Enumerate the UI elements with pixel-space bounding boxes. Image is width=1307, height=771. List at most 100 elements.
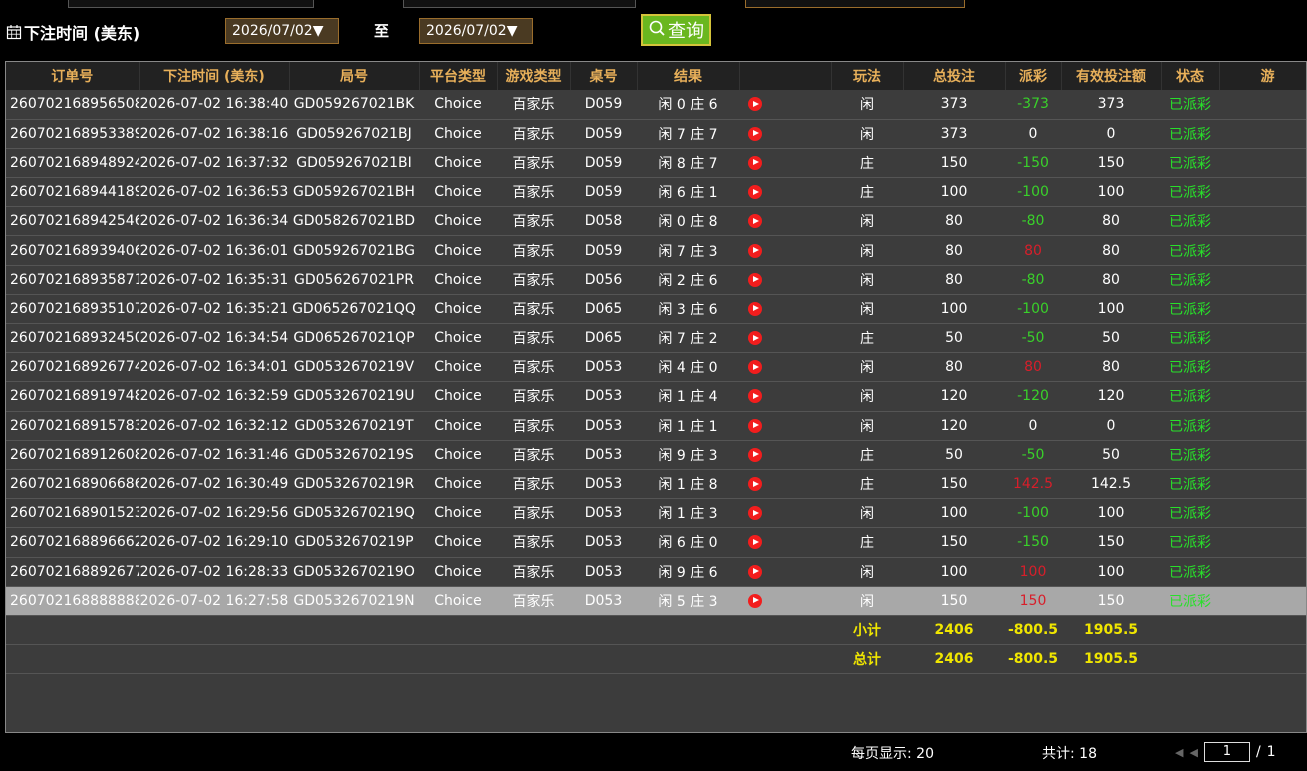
game-type-cell: 百家乐 (512, 593, 555, 610)
game-type-cell: 百家乐 (512, 447, 555, 464)
empty-cell (289, 615, 419, 644)
table-row[interactable]: 260702168935871 2026-07-02 16:35:31 GD0562… (6, 265, 1306, 295)
date-from-select[interactable]: 2026/07/02▼ (225, 18, 339, 44)
play-video-icon[interactable] (748, 185, 762, 200)
valid-bet-cell: 100 (1097, 505, 1125, 522)
result-cell: 闲 7 庄 3 (658, 243, 718, 260)
bet-type-cell: 闲 (860, 564, 874, 581)
play-video-icon[interactable] (748, 126, 762, 141)
game-type-cell: 百家乐 (512, 331, 555, 348)
extra-cell (1219, 265, 1306, 294)
top-input-partial-1[interactable] (68, 0, 314, 8)
play-video-icon[interactable] (748, 389, 762, 404)
status-cell: 已派彩 (1169, 243, 1211, 260)
play-video-icon[interactable] (748, 155, 762, 170)
total-bet-cell: 373 (940, 96, 968, 113)
replay-cell (739, 586, 831, 615)
result-cell: 闲 1 庄 1 (658, 418, 718, 435)
order-number-cell: 260702168953389 (10, 125, 139, 142)
table-row[interactable]: 260702168912608 2026-07-02 16:31:46 GD0532… (6, 440, 1306, 470)
result-cell: 闲 1 庄 3 (658, 506, 718, 523)
play-video-icon[interactable] (748, 331, 762, 346)
valid-bet-cell: 150 (1097, 154, 1125, 171)
top-select-partial[interactable] (745, 0, 965, 8)
bet-time-cell: 2026-07-02 16:36:53 (139, 184, 289, 201)
status-cell: 已派彩 (1169, 418, 1211, 435)
play-video-icon[interactable] (748, 243, 762, 258)
table-row[interactable]: 260702168926774 2026-07-02 16:34:01 GD0532… (6, 352, 1306, 382)
column-header: 结果 (637, 62, 740, 90)
result-cell: 闲 1 庄 4 (658, 389, 718, 406)
play-video-icon[interactable] (748, 535, 762, 550)
play-video-icon[interactable] (748, 477, 762, 492)
round-id-cell: GD059267021BH (293, 184, 415, 201)
valid-bet-cell: 150 (1097, 592, 1125, 609)
table-row[interactable]: 260702168888888 2026-07-02 16:27:58 GD0532… (6, 586, 1306, 616)
date-to-select[interactable]: 2026/07/02▼ (419, 18, 533, 44)
game-type-cell: 百家乐 (512, 243, 555, 260)
status-cell: 已派彩 (1169, 506, 1211, 523)
grandtotal-label: 总计 (853, 651, 881, 668)
table-row[interactable]: 260702168956508 2026-07-02 16:38:40 GD0592… (6, 90, 1306, 120)
replay-cell (739, 353, 831, 382)
bet-type-cell: 闲 (860, 243, 874, 260)
table-row[interactable]: 260702168919748 2026-07-02 16:32:59 GD0532… (6, 381, 1306, 412)
play-video-icon[interactable] (748, 272, 762, 287)
table-row[interactable]: 260702168944189 2026-07-02 16:36:53 GD0592… (6, 177, 1306, 207)
round-id-cell: GD0532670219R (293, 476, 415, 493)
query-button[interactable]: 查询 (641, 14, 711, 46)
payout-cell: -150 (1017, 154, 1049, 171)
table-row[interactable]: 260702168915783 2026-07-02 16:32:12 GD0532… (6, 411, 1306, 441)
total-bet-cell: 120 (940, 417, 968, 434)
status-cell: 已派彩 (1169, 535, 1211, 552)
bet-type-cell: 庄 (860, 477, 874, 494)
play-video-icon[interactable] (748, 506, 762, 521)
valid-bet-cell: 0 (1106, 125, 1116, 142)
table-row[interactable]: 260702168896662 2026-07-02 16:29:10 GD0532… (6, 527, 1306, 557)
prev-page-icon[interactable]: ◀ (1189, 746, 1197, 759)
bet-time-cell: 2026-07-02 16:27:58 (139, 592, 289, 609)
bet-time-cell: 2026-07-02 16:29:10 (139, 534, 289, 551)
game-type-cell: 百家乐 (512, 185, 555, 202)
column-header: 状态 (1161, 62, 1220, 90)
play-video-icon[interactable] (748, 360, 762, 375)
round-id-cell: GD059267021BG (292, 242, 415, 259)
column-header: 平台类型 (419, 62, 498, 90)
result-cell: 闲 6 庄 0 (658, 535, 718, 552)
table-row[interactable]: 260702168935107 2026-07-02 16:35:21 GD0652… (6, 294, 1306, 324)
total-bet-cell: 80 (945, 242, 963, 259)
extra-cell (1219, 469, 1306, 498)
first-page-icon[interactable]: ◀ (1175, 746, 1183, 759)
table-id-cell: D059 (584, 184, 623, 201)
table-row[interactable]: 260702168906686 2026-07-02 16:30:49 GD0532… (6, 469, 1306, 499)
empty-cell (570, 615, 637, 644)
play-video-icon[interactable] (748, 593, 762, 608)
play-video-icon[interactable] (748, 564, 762, 579)
table-row[interactable]: 260702168939406 2026-07-02 16:36:01 GD0592… (6, 235, 1306, 266)
game-type-cell: 百家乐 (512, 301, 555, 318)
bet-type-cell: 庄 (860, 185, 874, 202)
play-video-icon[interactable] (748, 97, 762, 112)
play-video-icon[interactable] (748, 447, 762, 462)
platform-cell: Choice (434, 271, 482, 288)
page-number-input[interactable]: 1 (1203, 742, 1250, 762)
round-id-cell: GD0532670219O (293, 563, 415, 580)
order-number-cell: 260702168892677 (10, 563, 139, 580)
table-row[interactable]: 260702168948924 2026-07-02 16:37:32 GD0592… (6, 148, 1306, 178)
replay-cell (739, 324, 831, 353)
top-input-partial-2[interactable] (403, 0, 636, 8)
table-row[interactable]: 260702168932450 2026-07-02 16:34:54 GD0652… (6, 323, 1306, 353)
table-row[interactable]: 260702168901523 2026-07-02 16:29:56 GD0532… (6, 498, 1306, 528)
play-video-icon[interactable] (748, 301, 762, 316)
table-row[interactable]: 260702168892677 2026-07-02 16:28:33 GD0532… (6, 557, 1306, 587)
table-row[interactable]: 260702168942546 2026-07-02 16:36:34 GD0582… (6, 206, 1306, 236)
column-header: 下注时间 (美东) (139, 62, 290, 90)
play-video-icon[interactable] (748, 214, 762, 229)
bet-time-cell: 2026-07-02 16:35:21 (139, 300, 289, 317)
extra-cell (1219, 557, 1306, 586)
platform-cell: Choice (434, 505, 482, 522)
payout-cell: 142.5 (1012, 476, 1054, 493)
play-video-icon[interactable] (748, 418, 762, 433)
table-row[interactable]: 260702168953389 2026-07-02 16:38:16 GD0592… (6, 119, 1306, 149)
bet-time-cell: 2026-07-02 16:38:40 (139, 96, 289, 113)
